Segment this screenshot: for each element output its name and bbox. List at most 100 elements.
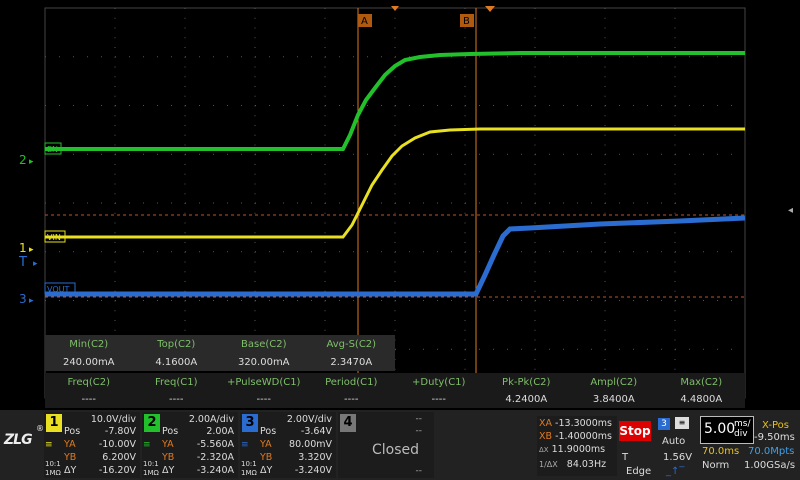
grid-dot [324, 329, 326, 331]
ch4-panel[interactable]: 4 -- -- Closed -- [338, 412, 434, 478]
grid-dot [73, 300, 74, 301]
ch3-pos-label: Pos [260, 426, 277, 437]
grid-dot [254, 66, 256, 68]
grid-dot [213, 202, 214, 204]
grid-dot [254, 86, 256, 87]
grid-dot [87, 251, 88, 253]
grid-dot [437, 153, 438, 155]
ch2-offset-marker[interactable]: 2 [19, 153, 27, 167]
cursor-readout[interactable]: XA -13.3000ms XB -1.40000ms ΔX 11.9000ms… [537, 416, 617, 476]
grid-dot [184, 86, 186, 87]
grid-dot [534, 193, 536, 195]
grid-dot [591, 153, 592, 155]
grid-dot [423, 348, 424, 350]
grid-dot [464, 27, 466, 29]
grid-dot [604, 134, 606, 136]
grid-dot [619, 348, 620, 350]
grid-dot [367, 56, 368, 58]
grid-dot [254, 134, 256, 136]
ch2-panel[interactable]: 2 2.00A/div Pos 2.00A YA -5.560A YB -2.320A… [142, 412, 238, 478]
grid-dot [674, 144, 676, 146]
ch3-offset-marker[interactable]: 3 [19, 292, 27, 306]
ch2-number: 2 [144, 414, 160, 432]
timebase-panel[interactable]: 5.00 ms/ div X-Pos -9.50ms 70.0ms 70.0Mp… [700, 416, 798, 476]
ch1-probe: 10:1 [45, 460, 61, 468]
ch3-panel[interactable]: 3 2.00V/div Pos -3.64V YA 80.00mV YB 3.320V… [240, 412, 336, 478]
grid-dot [604, 125, 606, 126]
grid-dot [674, 261, 676, 263]
grid-dot [451, 300, 452, 301]
grid-dot [507, 251, 508, 253]
trigger-edge: Edge [626, 466, 652, 477]
grid-dot [717, 202, 718, 204]
grid-dot [157, 153, 158, 155]
grid-dot [674, 329, 676, 331]
trigger-mode: Auto [662, 436, 686, 447]
grid-dot [367, 105, 368, 106]
ch4-dash: -- [415, 426, 423, 436]
invdx-label: 1/ΔX [539, 460, 558, 469]
grid-dot [184, 66, 186, 68]
grid-dot [255, 202, 256, 204]
grid-dot [254, 183, 256, 185]
grid-dot [549, 300, 550, 301]
ch1-panel[interactable]: 1 10.0V/div Pos -7.80V YA -10.00V YB 6.200V… [44, 412, 140, 478]
grid-dot [254, 261, 256, 263]
trigger-panel[interactable]: 3 ≡ Auto T 1.56V Edge _↑‾ [618, 416, 698, 477]
timebase-unit-top: ms/ [734, 419, 751, 429]
ch3-pos: -3.64V [300, 426, 332, 437]
ch3-dy: -3.240V [294, 465, 332, 476]
grid-dot [577, 153, 578, 155]
grid-dot [534, 183, 536, 185]
grid-dot [604, 232, 606, 234]
grid-dot [689, 348, 690, 350]
grid-dot [114, 329, 116, 331]
trigger-level-marker[interactable]: T [18, 255, 27, 270]
grid-dot [394, 17, 396, 19]
ch3-ya: 80.00mV [289, 439, 332, 450]
grid-dot [114, 86, 116, 87]
trigger-type: T [622, 452, 629, 463]
grid-dot [353, 56, 354, 58]
ch3-scale: 2.00V/div [286, 414, 332, 425]
grid-dot [394, 37, 396, 39]
grid-dot [703, 56, 704, 58]
timebase-box[interactable]: 5.00 ms/ div [700, 416, 754, 444]
grid-dot [324, 232, 326, 234]
grid-dot [324, 76, 326, 78]
grid-dot [255, 251, 256, 253]
grid-dot [479, 56, 480, 58]
grid-dot [479, 251, 480, 253]
grid-dot [534, 368, 536, 370]
grid-dot [297, 202, 298, 204]
measure-bottom-values: ---- ---- ---- ---- ---- 4.2400A 3.8400A… [45, 390, 745, 408]
grid-dot [563, 251, 564, 253]
grid-dot [101, 251, 102, 253]
grid-dot [674, 95, 676, 97]
grid-dot [674, 76, 676, 78]
grid-dot [604, 76, 606, 78]
grid-dot [535, 348, 536, 350]
measure-value: ---- [344, 393, 359, 405]
grid-dot [661, 202, 662, 204]
grid-dot [129, 56, 130, 58]
grid-dot [324, 134, 326, 136]
ch2-yb-label: YB [162, 452, 175, 463]
grid-dot [674, 164, 676, 165]
ch1-offset-marker[interactable]: 1 [19, 241, 27, 255]
grid-dot [115, 105, 116, 106]
ch3-probe: 10:1 [241, 460, 257, 468]
grid-dot [241, 251, 242, 253]
grid-dot [325, 56, 326, 58]
grid-dot [535, 56, 536, 58]
grid-dot [534, 339, 536, 341]
side-menu-arrow-icon[interactable]: ◂ [788, 205, 793, 216]
measure-value: 4.2400A [505, 393, 548, 405]
grid-dot [464, 193, 466, 195]
grid-dot [465, 202, 466, 204]
grid-dot [521, 105, 522, 106]
grid-dot [143, 56, 144, 58]
grid-dot [464, 76, 466, 78]
timebase-value: 5.00 [704, 421, 736, 437]
grid-dot [394, 271, 396, 273]
